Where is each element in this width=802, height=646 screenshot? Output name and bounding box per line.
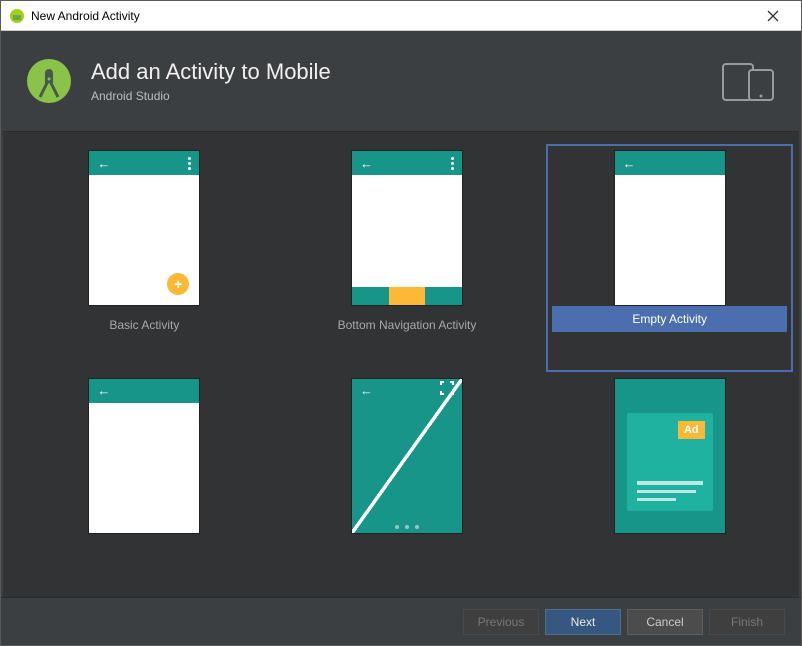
template-gallery[interactable]: ← + Basic Activity ← Botto bbox=[21, 144, 797, 585]
titlebar: New Android Activity bbox=[1, 1, 801, 31]
finish-button: Finish bbox=[709, 609, 785, 635]
template-admob-activity[interactable]: Ad bbox=[546, 372, 793, 586]
wizard-footer: Previous Next Cancel Finish bbox=[1, 597, 801, 645]
template-label bbox=[27, 534, 262, 556]
template-thumb: ← + bbox=[88, 150, 200, 306]
next-button[interactable]: Next bbox=[545, 609, 621, 635]
bottomnav-icon bbox=[352, 287, 462, 305]
android-studio-logo-icon bbox=[25, 57, 73, 105]
template-empty-activity[interactable]: ← Empty Activity bbox=[546, 144, 793, 372]
back-arrow-icon: ← bbox=[97, 156, 110, 171]
fab-icon: + bbox=[167, 273, 189, 295]
template-label: Bottom Navigation Activity bbox=[290, 306, 525, 342]
template-label: Empty Activity bbox=[552, 306, 787, 332]
ad-badge: Ad bbox=[678, 421, 705, 439]
previous-button: Previous bbox=[463, 609, 539, 635]
template-row2-col1[interactable]: ← bbox=[21, 372, 268, 586]
page-title: Add an Activity to Mobile bbox=[91, 59, 703, 85]
back-arrow-icon: ← bbox=[97, 383, 110, 398]
back-arrow-icon: ← bbox=[623, 156, 636, 171]
template-label bbox=[552, 534, 787, 556]
devices-icon bbox=[721, 60, 777, 102]
template-thumb: ← bbox=[614, 150, 726, 306]
template-label bbox=[290, 534, 525, 556]
close-icon[interactable] bbox=[753, 2, 793, 30]
page-subtitle: Android Studio bbox=[91, 89, 703, 103]
template-thumb: ← bbox=[351, 378, 463, 534]
overflow-icon bbox=[451, 157, 454, 170]
template-label: Basic Activity bbox=[27, 306, 262, 342]
android-studio-icon bbox=[9, 8, 25, 24]
template-thumb: ← bbox=[351, 150, 463, 306]
back-arrow-icon: ← bbox=[360, 156, 373, 171]
pager-dots-icon bbox=[352, 525, 462, 529]
template-gallery-container: ← + Basic Activity ← Botto bbox=[3, 131, 799, 597]
template-thumb: Ad bbox=[614, 378, 726, 534]
template-thumb: ← bbox=[88, 378, 200, 534]
dialog-window: New Android Activity Add an Activity to … bbox=[0, 0, 802, 646]
cancel-button[interactable]: Cancel bbox=[627, 609, 703, 635]
template-basic-activity[interactable]: ← + Basic Activity bbox=[21, 144, 268, 372]
wizard-header: Add an Activity to Mobile Android Studio bbox=[1, 31, 801, 131]
template-bottom-navigation-activity[interactable]: ← Bottom Navigation Activity bbox=[284, 144, 531, 372]
overflow-icon bbox=[188, 157, 191, 170]
template-fullscreen-activity[interactable]: ← bbox=[284, 372, 531, 586]
window-title: New Android Activity bbox=[31, 9, 140, 23]
